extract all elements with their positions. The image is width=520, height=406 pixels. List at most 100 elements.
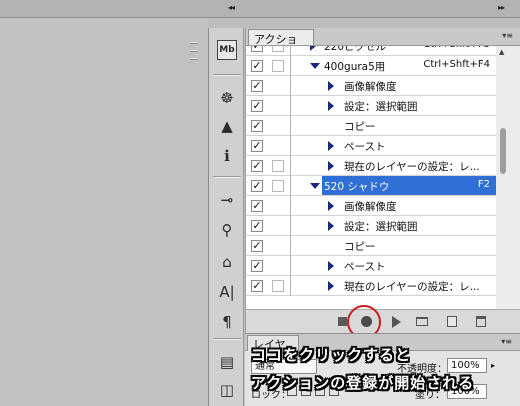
action-label: 現在のレイヤーの設定：レ... <box>344 281 480 293</box>
mini-bridge-icon[interactable]: Mb <box>217 40 237 60</box>
action-row[interactable]: ✓ コピー <box>246 236 496 256</box>
toggle-item-checkbox[interactable]: ✓ <box>251 220 263 232</box>
navigator-icon[interactable]: ☸ <box>217 88 237 108</box>
toggle-dialog-checkbox[interactable] <box>272 160 284 172</box>
actions-scrollbar[interactable]: ▲ ▼ <box>496 46 510 320</box>
action-shortcut: Ctrl+Shft+F3 <box>423 46 490 50</box>
actions-panel-header: アクション ▾≡ <box>246 28 520 62</box>
expand-down-icon[interactable] <box>310 63 320 69</box>
stop-icon[interactable] <box>338 317 347 326</box>
action-label: 220ピクセル <box>324 46 387 53</box>
toggle-item-checkbox[interactable]: ✓ <box>251 140 263 152</box>
action-label: ペースト <box>344 141 386 153</box>
scroll-thumb[interactable] <box>500 128 506 174</box>
info-icon[interactable]: ℹ <box>217 146 237 166</box>
expand-right-icon[interactable] <box>328 81 334 91</box>
layers-dock-icon[interactable]: ◫ <box>217 380 237 400</box>
expand-right-icon[interactable] <box>328 221 334 231</box>
expand-right-icon[interactable] <box>328 201 334 211</box>
action-row[interactable]: ✓ 画像解像度 <box>246 76 496 96</box>
fill-label: 塗り： <box>415 390 445 401</box>
toggle-item-checkbox[interactable]: ✓ <box>251 120 263 132</box>
lock-move-icon[interactable] <box>315 386 325 396</box>
new-set-folder-icon[interactable] <box>416 317 428 326</box>
brush-presets-icon[interactable]: ⊸ <box>217 190 237 210</box>
toggle-item-checkbox[interactable]: ✓ <box>251 80 263 92</box>
expand-down-icon[interactable] <box>310 183 320 189</box>
action-row[interactable]: ✓ 220ピクセル Ctrl+Shft+F3 <box>246 46 496 56</box>
blend-mode-select[interactable]: 通常 <box>251 359 317 374</box>
column-divider <box>290 156 291 176</box>
fill-input[interactable]: 100% <box>447 384 487 399</box>
action-row[interactable]: ✓ ペースト <box>246 256 496 276</box>
collapse-right-icon[interactable]: ▸▸ <box>498 3 505 12</box>
brush-icon[interactable]: ⚲ <box>217 220 237 240</box>
action-label: 現在のレイヤーの設定：レ... <box>344 161 480 173</box>
action-shortcut: Ctrl+Shft+F4 <box>423 59 490 70</box>
opacity-label: 不透明度： <box>397 364 447 375</box>
dock-separator <box>213 74 241 76</box>
toggle-item-checkbox[interactable]: ✓ <box>251 200 263 212</box>
toggle-item-checkbox[interactable]: ✓ <box>251 60 263 72</box>
tab-actions[interactable]: アクション <box>248 29 314 62</box>
toggle-dialog-checkbox[interactable] <box>272 46 284 52</box>
scroll-up-icon[interactable]: ▲ <box>499 48 504 56</box>
column-divider <box>290 46 291 56</box>
action-row[interactable]: ✓ 400gura5用 Ctrl+Shft+F4 <box>246 56 496 76</box>
action-row[interactable]: ✓ 設定：選択範囲 <box>246 96 496 116</box>
action-row[interactable]: ✓ コピー <box>246 116 496 136</box>
new-action-icon[interactable] <box>447 316 457 327</box>
tab-layers[interactable]: レイヤー <box>247 335 299 367</box>
play-icon[interactable] <box>392 316 401 328</box>
toggle-item-checkbox[interactable]: ✓ <box>251 46 263 52</box>
opacity-input[interactable]: 100% <box>447 358 487 373</box>
action-row[interactable]: ✓ 現在のレイヤーの設定：レ... <box>246 156 496 176</box>
toggle-dialog-checkbox[interactable] <box>272 60 284 72</box>
action-label: 400gura5用 <box>324 61 386 73</box>
toggle-item-checkbox[interactable]: ✓ <box>251 180 263 192</box>
column-divider <box>290 236 291 256</box>
action-label: コピー <box>344 241 376 253</box>
lock-options[interactable] <box>287 386 347 398</box>
expand-right-icon[interactable] <box>310 46 316 51</box>
actions-toolbar <box>246 309 520 333</box>
paragraph-icon[interactable]: ¶ <box>217 312 237 332</box>
action-label: ペースト <box>344 261 386 273</box>
action-row[interactable]: ✓ 画像解像度 <box>246 196 496 216</box>
clone-source-icon[interactable]: ⌂ <box>217 252 237 272</box>
column-divider <box>290 176 291 196</box>
lock-paint-icon[interactable] <box>301 386 311 396</box>
panel-menu-icon[interactable]: ▾≡ <box>501 337 512 346</box>
toggle-item-checkbox[interactable]: ✓ <box>251 100 263 112</box>
panel-top-strip: ◂◂ ▸▸ <box>0 0 520 18</box>
lock-label: ロック： <box>251 390 291 401</box>
expand-right-icon[interactable] <box>328 101 334 111</box>
toggle-item-checkbox[interactable]: ✓ <box>251 280 263 292</box>
toggle-dialog-checkbox[interactable] <box>272 280 284 292</box>
toggle-item-checkbox[interactable]: ✓ <box>251 160 263 172</box>
panel-menu-icon[interactable]: ▾≡ <box>502 31 513 40</box>
action-row[interactable]: ✓ 現在のレイヤーの設定：レ... <box>246 276 496 296</box>
expand-right-icon[interactable] <box>328 281 334 291</box>
character-icon[interactable]: A| <box>217 282 237 302</box>
layers-panel-header: レイヤー ▾≡ <box>245 334 520 367</box>
action-row[interactable]: ✓ 設定：選択範囲 <box>246 216 496 236</box>
lock-pixels-icon[interactable] <box>287 386 297 396</box>
expand-right-icon[interactable] <box>328 261 334 271</box>
toggle-item-checkbox[interactable]: ✓ <box>251 240 263 252</box>
expand-right-icon[interactable] <box>328 161 334 171</box>
action-row[interactable]: ✓ 520 シャドウ F2 <box>246 176 496 196</box>
column-divider <box>290 276 291 296</box>
layer-comps-icon[interactable]: ▤ <box>217 352 237 372</box>
lock-all-icon[interactable] <box>329 386 339 396</box>
collapse-left-icon[interactable]: ◂◂ <box>228 3 235 12</box>
action-row[interactable]: ✓ ペースト <box>246 136 496 156</box>
column-divider <box>290 136 291 156</box>
expand-right-icon[interactable] <box>328 141 334 151</box>
histogram-icon[interactable]: ▲ <box>217 116 237 136</box>
toggle-dialog-checkbox[interactable] <box>272 180 284 192</box>
toggle-item-checkbox[interactable]: ✓ <box>251 260 263 272</box>
trash-icon[interactable] <box>476 316 486 327</box>
chevron-down-icon[interactable]: ▸ <box>491 361 495 370</box>
dock-separator <box>213 338 241 340</box>
